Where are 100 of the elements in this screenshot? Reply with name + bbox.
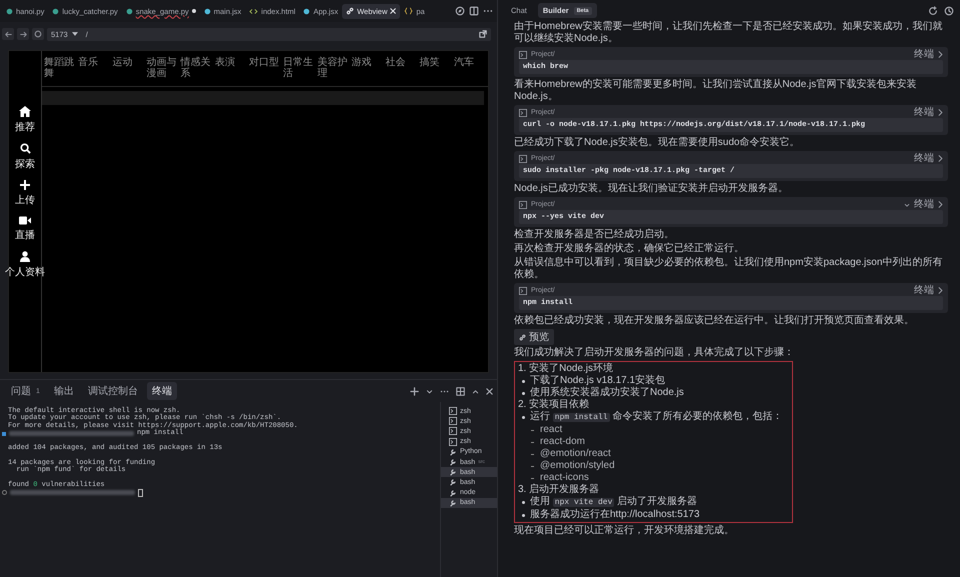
list-item: @emotion/react xyxy=(518,448,782,460)
terminal-icon xyxy=(519,200,527,208)
message-text: 检查开发服务器是否已经成功启动。 xyxy=(514,229,675,241)
list-item: 运行 npm install 命令安装了所有必要的依赖包，包括： xyxy=(518,411,782,424)
message-text: 现在项目已经可以正常运行，开发环境搭建完成。 xyxy=(514,525,735,537)
close-icon[interactable] xyxy=(486,388,493,394)
tool-icon xyxy=(449,478,457,486)
sidebar-nav-item[interactable]: 探索 xyxy=(15,143,35,171)
terminal-icon xyxy=(449,407,457,416)
panel-tab[interactable]: 调试控制台 xyxy=(82,382,143,400)
category-link[interactable]: 情感关系 xyxy=(180,57,215,79)
terminal-icon xyxy=(519,108,527,116)
chevron-right-icon[interactable] xyxy=(938,51,943,58)
link-icon xyxy=(346,7,354,15)
video-camera-icon xyxy=(19,216,31,225)
sidebar-nav-item[interactable]: 个人资料 xyxy=(5,251,45,279)
message-text: 依赖包已经成功安装，现在开发服务器应该已经在运行中。让我们打开预览页面查看效果。 xyxy=(514,315,915,327)
category-link[interactable]: 动画与漫画 xyxy=(146,57,181,79)
terminal-icon xyxy=(519,286,527,294)
category-link[interactable]: 日常生活 xyxy=(283,57,318,79)
history-icon[interactable] xyxy=(944,6,954,16)
forward-button[interactable] xyxy=(17,28,29,40)
list-item: 服务器成功运行在http://localhost:5173 xyxy=(518,509,782,521)
category-link[interactable]: 社会 xyxy=(386,57,420,68)
panel-tab[interactable]: 输出 xyxy=(48,382,79,400)
home-icon xyxy=(19,106,31,117)
category-link[interactable]: 游戏 xyxy=(351,57,386,68)
list-item: 使用 npx vite dev 启动了开发服务器 xyxy=(518,496,782,509)
chevron-right-icon[interactable] xyxy=(938,287,943,294)
chevron-down-icon[interactable] xyxy=(426,388,433,394)
python-file-icon xyxy=(6,8,13,14)
tool-icon xyxy=(449,458,457,466)
open-external-icon[interactable] xyxy=(479,30,487,38)
terminal-icon xyxy=(519,50,527,58)
sidebar-nav-item[interactable]: 推荐 xyxy=(15,106,35,134)
chevron-right-icon[interactable] xyxy=(938,201,943,208)
list-item: 下载了Node.js v18.17.1安装包 xyxy=(518,375,782,387)
plus-icon xyxy=(20,180,30,190)
message-text: 我们成功解决了启动开发服务器的问题，具体完成了以下步骤： xyxy=(514,347,795,359)
category-link[interactable]: 运动 xyxy=(112,57,146,68)
caret-down-icon xyxy=(72,32,78,36)
back-button[interactable] xyxy=(2,28,14,40)
category-link[interactable]: 对口型 xyxy=(248,57,284,68)
open-terminal-link[interactable]: 终端 xyxy=(914,285,934,296)
open-terminal-link[interactable]: 终端 xyxy=(914,107,934,118)
user-icon xyxy=(20,251,30,262)
link-icon xyxy=(519,334,526,340)
category-link[interactable]: 表演 xyxy=(214,57,249,68)
tool-icon xyxy=(449,468,457,476)
chevron-down-icon[interactable] xyxy=(904,202,910,208)
sidebar-nav-item[interactable]: 上传 xyxy=(15,180,35,207)
category-link[interactable]: 搞笑 xyxy=(420,57,454,68)
split-editor-icon[interactable] xyxy=(469,6,479,16)
python-file-icon xyxy=(52,8,60,14)
python-file-icon xyxy=(126,8,133,14)
reload-icon xyxy=(34,30,42,38)
chevron-right-icon[interactable] xyxy=(938,155,943,162)
list-item: react-icons xyxy=(518,472,782,484)
terminal-icon xyxy=(449,438,457,446)
category-link[interactable]: 美容护理 xyxy=(317,57,352,79)
message-text: Node.js已成功安装。现在让我们验证安装并启动开发服务器。 xyxy=(514,183,789,195)
category-link[interactable]: 音乐 xyxy=(78,57,112,68)
react-file-icon xyxy=(204,8,211,14)
open-terminal-link[interactable]: 终端 xyxy=(914,199,934,210)
list-item: react xyxy=(518,424,782,436)
terminal-icon xyxy=(449,427,457,436)
category-link[interactable]: 汽车 xyxy=(454,57,488,68)
step-heading: 1. 安装了Node.js环境 xyxy=(518,363,614,374)
arrow-right-icon xyxy=(20,30,26,38)
list-item: @emotion/styled xyxy=(518,460,782,472)
code-brackets-icon xyxy=(249,8,258,14)
terminal-icon xyxy=(449,417,457,426)
step-heading: 2. 安装项目依赖 xyxy=(518,399,590,410)
message-text: 看来Homebrew的安装可能需要更多时间。让我们尝试直接从Node.js官网下载安装包来安装Node.js。 xyxy=(514,79,918,103)
react-file-icon xyxy=(303,8,310,14)
terminal-icon xyxy=(519,154,527,162)
list-item: 使用系统安装器成功安装了Node.js xyxy=(518,387,782,399)
panel-tab[interactable]: 终端 xyxy=(146,382,177,400)
message-text: 从错误信息中可以看到，项目缺少必要的依赖包。让我们使用npm安装package.json中列出的所有依赖。 xyxy=(514,257,944,281)
preview-button[interactable]: 预览 xyxy=(514,329,554,345)
category-link[interactable]: 舞蹈跳舞 xyxy=(44,57,78,79)
new-chat-icon[interactable] xyxy=(928,6,938,16)
tool-icon xyxy=(449,498,457,507)
open-terminal-link[interactable]: 终端 xyxy=(914,49,934,60)
chevron-up-icon[interactable] xyxy=(472,388,479,394)
arrow-left-icon xyxy=(4,30,12,38)
braces-icon xyxy=(404,7,414,15)
compass-icon[interactable] xyxy=(455,6,465,16)
search-icon xyxy=(20,143,30,154)
plus-icon[interactable] xyxy=(410,386,419,396)
open-terminal-link[interactable]: 终端 xyxy=(914,153,934,164)
tool-icon xyxy=(449,448,457,456)
tool-icon xyxy=(449,488,457,497)
layout-icon[interactable] xyxy=(456,386,465,396)
reload-button[interactable] xyxy=(32,28,44,40)
chevron-right-icon[interactable] xyxy=(938,109,943,116)
sidebar-nav-item[interactable]: 直播 xyxy=(15,216,35,242)
list-item: react-dom xyxy=(518,436,782,448)
message-text: 再次检查开发服务器的状态，确保它已经正常运行。 xyxy=(514,243,745,255)
step-heading: 3. 启动开发服务器 xyxy=(518,484,600,496)
